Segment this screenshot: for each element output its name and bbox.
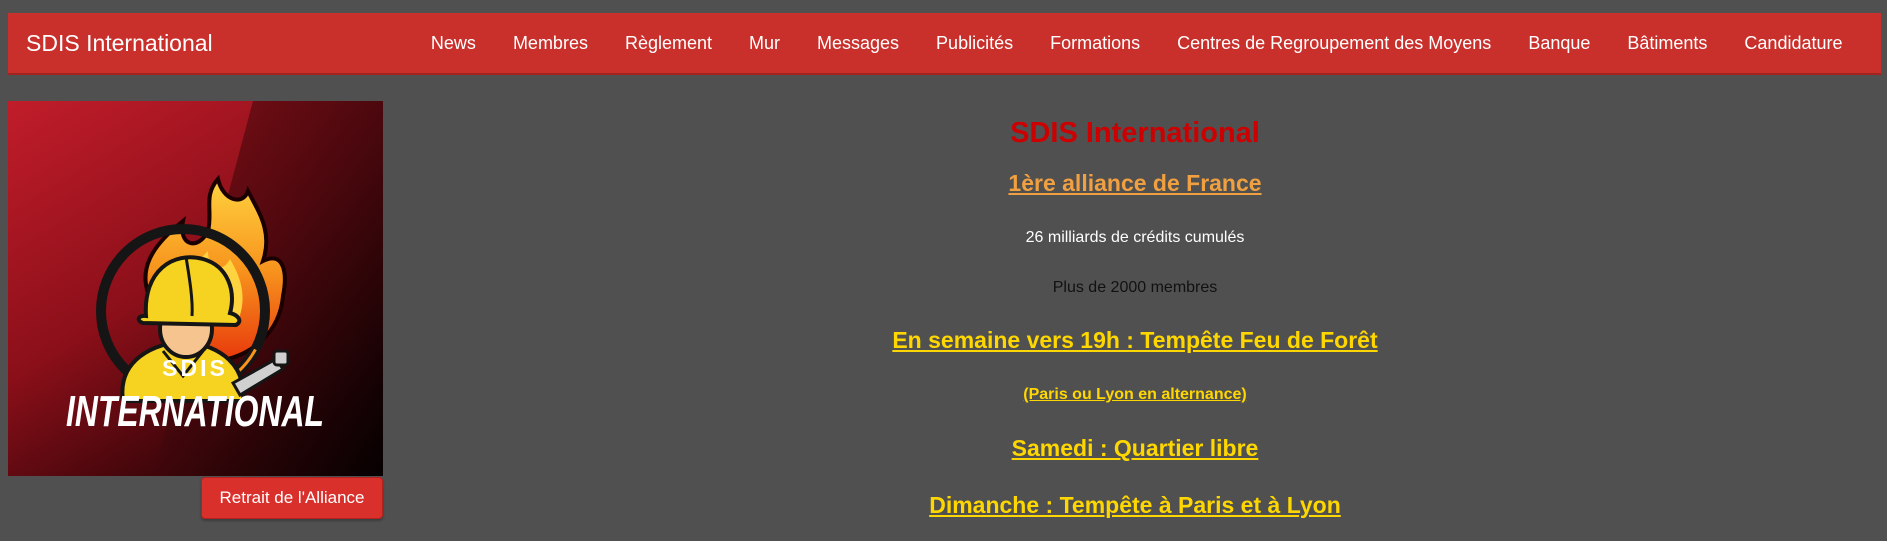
sunday-event: Dimanche : Tempête à Paris et à Lyon [929,492,1341,518]
members-text: Plus de 2000 membres [1052,279,1218,296]
saturday-event: Samedi : Quartier libre [1011,435,1259,461]
alternance-note: (Paris ou Lyon en alternance) [1023,386,1247,403]
brand-link[interactable]: SDIS International [26,13,213,73]
alliance-logo: SDIS INTERNATIONAL [8,101,383,476]
alliance-subtitle: 1ère alliance de France [1008,170,1262,196]
logo-text-sdis: SDIS [162,355,228,381]
credits-text: 26 milliards de crédits cumulés [1025,229,1245,246]
weekday-event: En semaine vers 19h : Tempête Feu de For… [892,327,1378,353]
leave-alliance-button[interactable]: Retrait de l'Alliance [201,477,383,519]
logo-text-international: INTERNATIONAL [66,387,324,436]
main-content: SDIS International 1ère alliance de Fran… [383,0,1887,541]
alliance-title: SDIS International [1010,117,1260,149]
